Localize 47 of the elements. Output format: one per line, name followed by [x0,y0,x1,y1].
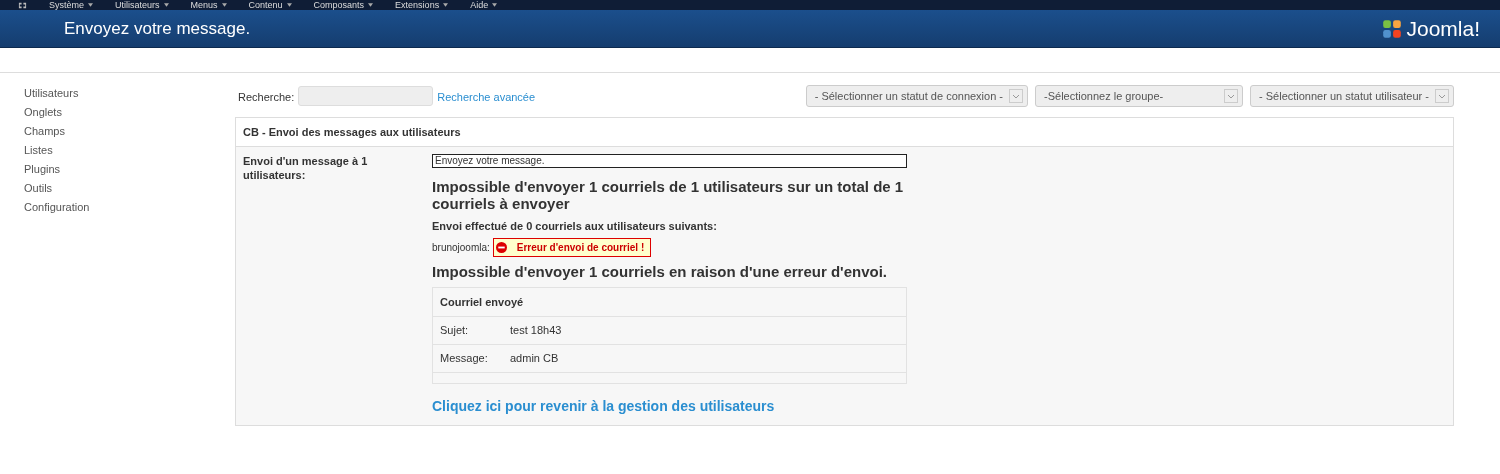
caret-icon [221,3,227,7]
search-field[interactable] [298,85,434,106]
filter-dropdown[interactable]: - Sélectionner un statut utilisateur - [1250,84,1454,107]
table-cell: test 18h43 [510,325,562,336]
caret-icon [1009,88,1023,103]
caret-icon [1224,88,1238,103]
filter-dropdown[interactable]: - Sélectionner un statut de connexion - [805,84,1028,107]
result-subheading: Envoi effectué de 0 courriels aux utilisateurs suivants: [432,220,718,232]
menu-item[interactable]: Menus [190,0,227,10]
status-field: Envoyez votre message. [432,154,907,168]
panel-title: CB - Envoi des messages aux utilisateurs [236,118,1453,147]
sidebar-item[interactable]: Outils [24,179,235,198]
advanced-search-link[interactable]: Recherche avancée [437,91,536,103]
recipient-name: brunojoomla: [432,242,490,253]
sidebar-item[interactable]: Plugins [24,160,235,179]
sidebar-item[interactable]: Listes [24,141,235,160]
error-message: Erreur d'envoi de courriel ! [492,238,652,257]
search-label: Recherche: [238,91,295,103]
sidebar-item[interactable]: Onglets [24,103,235,122]
caret-icon [1435,88,1449,103]
page-title: Envoyez votre message. [64,18,251,39]
caret-icon [286,3,292,7]
logo-text: Joomla! [1406,16,1480,41]
sidebar-item[interactable]: Configuration [24,198,235,217]
sidebar-item[interactable]: Champs [24,122,235,141]
no-entry-icon [495,242,507,253]
caret-icon [88,3,93,7]
table-cell-text: Sujet: [440,325,470,336]
menu-item[interactable]: Contenu [248,0,292,10]
menu-item[interactable]: Composants [313,0,374,10]
table-cell-text: Message: [440,353,489,364]
table-cell: admin CB [510,353,559,364]
joomla-logo-icon [1381,17,1404,40]
menu-item[interactable]: Utilisateurs [115,0,169,10]
caret-icon [368,3,374,7]
caret-icon [163,3,169,7]
table-heading: Courriel envoyé [433,288,906,317]
caret-icon [443,3,449,7]
sidebar-item[interactable]: Utilisateurs [24,84,235,103]
filter-dropdown[interactable]: -Sélectionnez le groupe- [1035,84,1243,107]
menu-item[interactable]: Extensions [395,0,449,10]
error-heading: Impossible d'envoyer 1 courriels en raison d'une erreur d'envoi. [432,263,888,280]
caret-icon [492,3,498,7]
result-heading: Impossible d'envoyer 1 courriels de 1 utilisateurs sur un total de 1 courriels à envoyer [432,178,905,212]
menu-item[interactable]: Système [49,0,93,10]
field-label: Envoi d'un message à 1 utilisateurs: [242,154,369,183]
menu-item[interactable]: Aide [470,0,498,10]
